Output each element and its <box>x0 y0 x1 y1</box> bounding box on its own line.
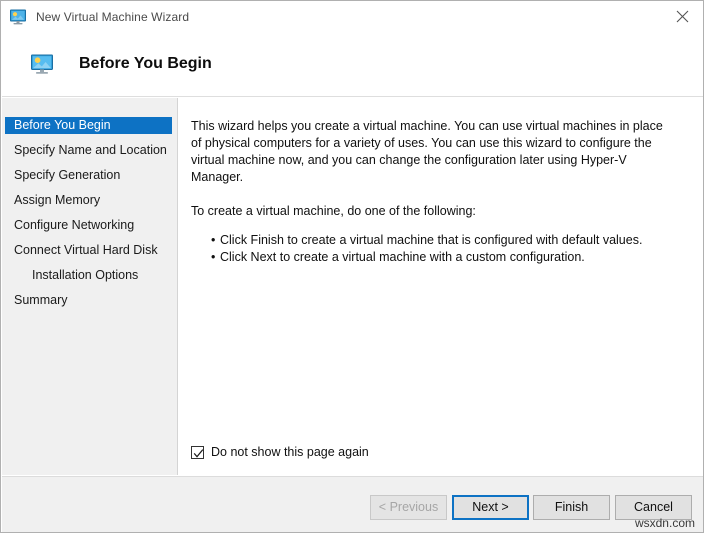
instruction-line: To create a virtual machine, do one of t… <box>191 204 476 218</box>
checkbox-label: Do not show this page again <box>211 445 369 459</box>
wizard-step-navigation: Before You Begin Specify Name and Locati… <box>2 98 178 475</box>
list-item: Click Finish to create a virtual machine… <box>211 232 687 249</box>
watermark: wsxdn.com <box>634 516 695 530</box>
sidebar-item-installation-options[interactable]: Installation Options <box>2 267 177 284</box>
checkmark-icon[interactable] <box>191 445 204 459</box>
window-title: New Virtual Machine Wizard <box>36 9 190 24</box>
virtual-machine-monitor-icon <box>30 52 54 76</box>
intro-paragraph: This wizard helps you create a virtual m… <box>191 119 663 184</box>
option-bullet-list: Click Finish to create a virtual machine… <box>191 232 687 266</box>
previous-button[interactable]: < Previous <box>370 495 447 520</box>
sidebar-item-configure-networking[interactable]: Configure Networking <box>2 217 177 234</box>
content-pane: This wizard helps you create a virtual m… <box>179 98 703 475</box>
new-virtual-machine-wizard-window: New Virtual Machine Wizard Before You Be… <box>0 0 704 533</box>
do-not-show-again-checkbox-row[interactable]: Do not show this page again <box>191 445 369 459</box>
sidebar-item-specify-generation[interactable]: Specify Generation <box>2 167 177 184</box>
sidebar-item-specify-name-and-location[interactable]: Specify Name and Location <box>2 142 177 159</box>
page-title: Before You Begin <box>79 55 212 72</box>
title-bar: New Virtual Machine Wizard <box>1 1 703 32</box>
button-bar: < Previous Next > Finish Cancel wsxdn.co… <box>2 476 703 532</box>
sidebar-item-before-you-begin[interactable]: Before You Begin <box>5 117 172 134</box>
page-header: Before You Begin <box>2 32 703 97</box>
sidebar-item-summary[interactable]: Summary <box>2 292 177 309</box>
sidebar-item-assign-memory[interactable]: Assign Memory <box>2 192 177 209</box>
virtual-machine-monitor-icon <box>9 8 27 26</box>
list-item: Click Next to create a virtual machine w… <box>211 249 687 266</box>
next-button[interactable]: Next > <box>452 495 529 520</box>
finish-button[interactable]: Finish <box>533 495 610 520</box>
sidebar-item-connect-virtual-hard-disk[interactable]: Connect Virtual Hard Disk <box>2 242 177 259</box>
close-icon[interactable] <box>660 1 703 31</box>
